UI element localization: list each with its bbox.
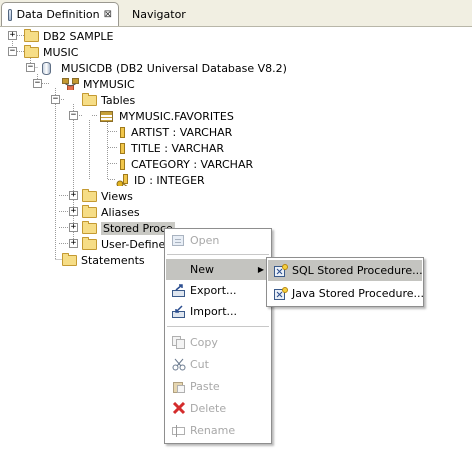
collapse-toggle-tables[interactable]: − (51, 95, 60, 104)
menu-item-paste[interactable]: Paste (166, 376, 270, 397)
import-icon (172, 305, 185, 318)
expand-toggle-views[interactable]: + (69, 191, 78, 200)
tree-item-label: MYMUSIC.FAVORITES (119, 109, 234, 123)
tree-item-label: User-Defined (101, 237, 173, 251)
menu-item-label: Export... (190, 284, 237, 297)
tree-item-label: TITLE : VARCHAR (131, 141, 225, 155)
tree-item-label: DB2 SAMPLE (43, 29, 114, 43)
menu-item-java-stored-procedure[interactable]: Java Stored Procedure... (268, 283, 425, 304)
expand-toggle-aliases[interactable]: + (69, 207, 78, 216)
menu-item-label: Copy (190, 336, 218, 349)
tab-navigator[interactable]: Navigator (126, 2, 192, 26)
export-icon (172, 284, 185, 297)
menu-item-label: Delete (190, 402, 227, 415)
menu-item-label: New (190, 263, 214, 276)
cut-icon (172, 358, 186, 371)
column-icon (120, 142, 125, 154)
schema-icon (62, 78, 79, 90)
folder-icon (82, 204, 97, 218)
menu-item-label: Open (190, 234, 220, 247)
menu-item-label: Paste (190, 380, 220, 393)
menu-item-sql-stored-procedure[interactable]: SQL Stored Procedure... (268, 260, 423, 281)
primary-key-column-icon (116, 174, 128, 186)
expand-toggle-db2-sample[interactable]: + (8, 31, 17, 40)
tree-item-label: MUSICDB (DB2 Universal Database V8.2) (61, 61, 287, 75)
menu-item-export[interactable]: Export... (166, 280, 270, 301)
folder-icon (82, 220, 97, 234)
tree-item-label: Statements (81, 253, 145, 267)
tree-item-label: Tables (101, 93, 136, 107)
tree-item-label: ID : INTEGER (134, 173, 205, 187)
rename-icon (172, 425, 185, 437)
menu-separator (167, 254, 269, 255)
table-icon (100, 110, 113, 122)
tab-data-definition[interactable]: Data Definition ⊠ (1, 2, 119, 26)
open-icon (172, 235, 184, 246)
copy-icon (172, 336, 185, 349)
tab-label: Navigator (132, 7, 186, 21)
paste-icon (173, 382, 185, 393)
folder-icon (82, 92, 97, 106)
close-icon[interactable]: ⊠ (104, 9, 112, 20)
folder-icon (24, 44, 39, 58)
delete-icon (172, 402, 186, 415)
menu-item-label: Cut (190, 358, 209, 371)
menu-item-label: Rename (190, 424, 236, 437)
tree-item-label: Views (101, 189, 133, 203)
menu-separator (167, 326, 269, 327)
tree-item-label: MUSIC (43, 45, 79, 59)
submenu-arrow-icon: ▶ (257, 265, 264, 274)
expand-toggle-user-defined[interactable]: + (69, 239, 78, 248)
collapse-toggle-favorites[interactable]: − (69, 111, 78, 120)
tree-item-label: CATEGORY : VARCHAR (131, 157, 254, 171)
view-tab-bar: Data Definition ⊠ Navigator (0, 0, 472, 27)
menu-item-label: Import... (190, 305, 237, 318)
folder-icon (82, 236, 97, 250)
menu-item-new[interactable]: New ▶ (166, 259, 270, 280)
column-icon (120, 158, 125, 170)
menu-item-cut[interactable]: Cut (166, 354, 270, 375)
menu-item-label: Java Stored Procedure... (292, 287, 425, 300)
tab-label: Data Definition (16, 8, 100, 21)
tree-item-label: Aliases (101, 205, 140, 219)
collapse-toggle-music[interactable]: − (8, 47, 17, 56)
menu-item-delete[interactable]: Delete (166, 398, 270, 419)
expand-toggle-stored-procedures[interactable]: + (69, 223, 78, 232)
menu-item-rename[interactable]: Rename (166, 420, 270, 441)
collapse-toggle-mymusic[interactable]: − (33, 79, 42, 88)
new-submenu: SQL Stored Procedure... Java Stored Proc… (266, 257, 424, 307)
tree-item-statements[interactable]: Statements (62, 251, 145, 269)
menu-item-label: SQL Stored Procedure... (292, 264, 423, 277)
database-icon (8, 8, 12, 21)
folder-icon (82, 188, 97, 202)
folder-icon (62, 252, 77, 266)
menu-item-copy[interactable]: Copy (166, 332, 270, 353)
column-icon (120, 126, 125, 138)
collapse-toggle-musicdb[interactable]: − (26, 63, 35, 72)
menu-item-import[interactable]: Import... (166, 301, 270, 322)
context-menu: Open New ▶ Export... Import... Copy Cut … (164, 228, 272, 444)
menu-item-open[interactable]: Open (166, 230, 270, 251)
sql-procedure-icon (274, 264, 288, 277)
database-icon (42, 61, 51, 75)
tree-item-label: ARTIST : VARCHAR (131, 125, 233, 139)
java-procedure-icon (274, 287, 288, 300)
tree-item-label: MYMUSIC (83, 77, 135, 91)
folder-icon (24, 28, 39, 42)
